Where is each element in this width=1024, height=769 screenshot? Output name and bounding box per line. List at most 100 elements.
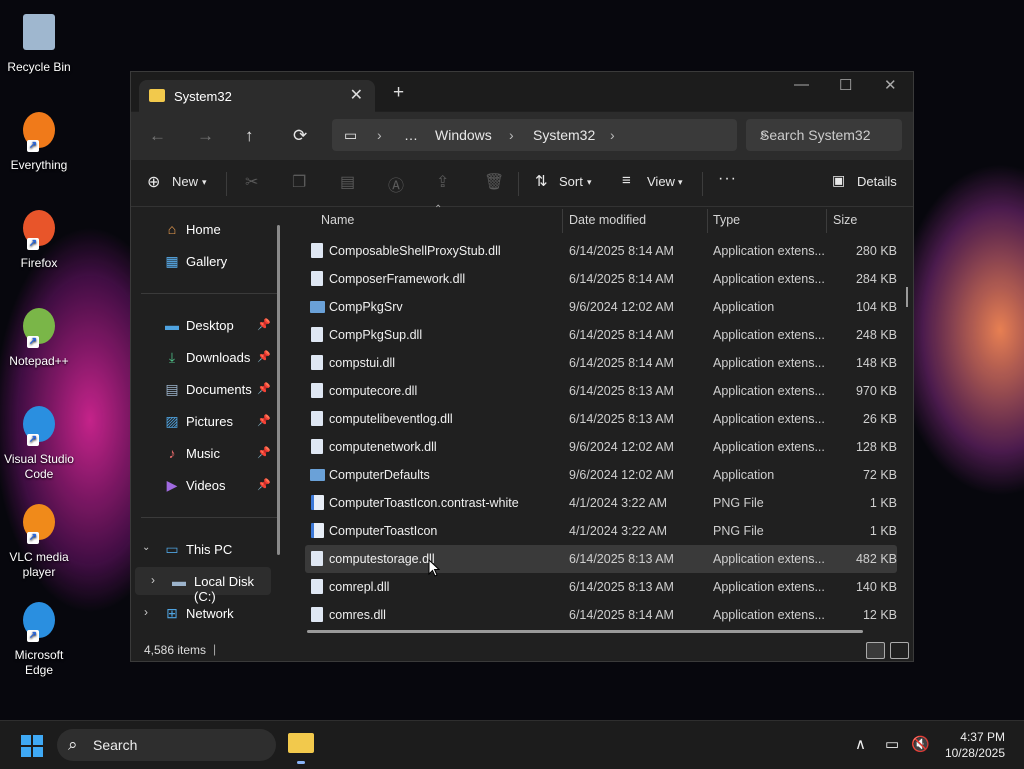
file-row[interactable]: compstui.dll 6/14/2025 8:14 AM Application… — [305, 349, 897, 377]
details-button[interactable]: Details — [857, 174, 897, 189]
file-row[interactable]: comrepl.dll 6/14/2025 8:13 AM Application … — [305, 573, 897, 601]
details-pane-icon[interactable]: ▣ — [832, 172, 845, 189]
new-tab-button[interactable]: + — [393, 82, 404, 104]
file-row[interactable]: ComposerFramework.dll 6/14/2025 8:14 AM Ap… — [305, 265, 897, 293]
forward-arrow-icon[interactable]: → — [197, 126, 214, 146]
close-tab-icon[interactable]: ✕ — [350, 85, 363, 105]
sidebar-item-home[interactable]: ⌂ Home — [131, 215, 287, 243]
pin-icon[interactable]: 📌 — [257, 350, 271, 363]
view-button[interactable]: View — [647, 174, 675, 189]
maximize-icon[interactable]: ☐ — [839, 76, 852, 94]
file-row[interactable]: ComputerToastIcon.contrast-white 4/1/2024… — [305, 489, 897, 517]
search-box[interactable]: Search System32 ⌕ — [746, 119, 902, 151]
breadcrumb-system32[interactable]: System32 — [533, 127, 595, 143]
vertical-scrollbar[interactable] — [906, 287, 908, 307]
file-row[interactable]: computestorage.dll 6/14/2025 8:13 AM Appli… — [305, 545, 897, 573]
file-row[interactable]: CompPkgSrv 9/6/2024 12:02 AM Application 10… — [305, 293, 897, 321]
sidebar-item-music[interactable]: ♪ Music 📌 — [131, 439, 287, 467]
pin-icon[interactable]: 📌 — [257, 318, 271, 331]
back-arrow-icon[interactable]: ← — [149, 126, 166, 146]
file-row[interactable]: ComposableShellProxyStub.dll 6/14/2025 8:… — [305, 237, 897, 265]
sidebar-scrollbar[interactable] — [277, 225, 280, 555]
sidebar-item-local-disk[interactable]: › ▬ Local Disk (C:) — [135, 567, 271, 604]
show-hidden-icons-chevron-icon[interactable]: ∧ — [855, 735, 866, 753]
sort-icon[interactable]: ⇅ — [535, 172, 548, 190]
pin-icon[interactable]: 📌 — [257, 446, 271, 459]
up-arrow-icon[interactable]: ↑ — [245, 126, 254, 146]
file-size: 128 KB — [855, 440, 897, 454]
refresh-icon[interactable]: ⟳ — [293, 126, 307, 146]
sidebar-item-this-pc[interactable]: ⌄ ▭ This PC — [131, 535, 287, 563]
column-header-name[interactable]: Name — [321, 213, 354, 227]
desktop-icon-vscode[interactable]: ↗ Visual Studio Code — [0, 400, 78, 482]
desktop-icon-label: Everything — [10, 158, 68, 172]
desktop-icon-everything-search[interactable]: ↗ Everything — [0, 106, 78, 173]
taskbar-search-box[interactable]: ⌕ Search — [57, 729, 276, 761]
sidebar-item-desktop[interactable]: ▬ Desktop 📌 — [131, 311, 287, 339]
rename-icon[interactable]: Ⓐ — [388, 172, 404, 196]
pin-icon[interactable]: 📌 — [257, 478, 271, 491]
chevron-down-icon[interactable]: ⌄ — [142, 542, 150, 553]
chevron-right-icon[interactable]: › — [610, 127, 615, 143]
column-header-date[interactable]: Date modified — [569, 213, 646, 227]
cut-icon[interactable]: ✂ — [245, 172, 258, 192]
copy-icon[interactable]: ❐ — [292, 172, 306, 192]
file-row[interactable]: CompPkgSup.dll 6/14/2025 8:14 AM Applicati… — [305, 321, 897, 349]
column-divider[interactable] — [562, 209, 563, 233]
column-divider[interactable] — [707, 209, 708, 233]
chevron-down-icon[interactable]: ▾ — [202, 177, 207, 188]
sidebar-item-network[interactable]: › ⊞ Network — [131, 599, 287, 627]
sidebar-item-videos[interactable]: ▶ Videos 📌 — [131, 471, 287, 499]
pin-icon[interactable]: 📌 — [257, 382, 271, 395]
pin-icon[interactable]: 📌 — [257, 414, 271, 427]
dll-file-icon — [311, 411, 323, 426]
desktop-icon-notepad-plus-plus[interactable]: ↗ Notepad++ — [0, 302, 78, 369]
desktop-icon-firefox[interactable]: ↗ Firefox — [0, 204, 78, 271]
view-icon[interactable]: ≡ — [622, 172, 631, 189]
breadcrumb-overflow[interactable]: … — [404, 127, 418, 143]
horizontal-scrollbar[interactable] — [307, 630, 863, 633]
sidebar-item-gallery[interactable]: ▦ Gallery — [131, 247, 287, 275]
file-row[interactable]: computelibeventlog.dll 6/14/2025 8:13 AM A… — [305, 405, 897, 433]
delete-icon[interactable]: 🗑 — [484, 172, 504, 192]
plus-circle-icon[interactable]: ⊕ — [147, 172, 160, 192]
file-explorer-taskbar-icon[interactable] — [288, 733, 314, 753]
desktop-icon-vlc[interactable]: ↗ VLC media player — [0, 498, 78, 580]
tab-system32[interactable]: System32 ✕ — [139, 80, 375, 112]
file-row[interactable]: computecore.dll 6/14/2025 8:13 AM Applicat… — [305, 377, 897, 405]
sort-button[interactable]: Sort — [559, 174, 583, 189]
paste-icon[interactable]: ▤ — [340, 172, 355, 192]
chevron-right-icon[interactable]: › — [144, 605, 148, 619]
taskbar-clock[interactable]: 4:37 PM 10/28/2025 — [945, 729, 1005, 761]
close-window-icon[interactable]: ✕ — [884, 76, 897, 94]
large-icons-view-icon[interactable] — [890, 642, 909, 659]
file-row[interactable]: computenetwork.dll 9/6/2024 12:02 AM Appli… — [305, 433, 897, 461]
file-date-modified: 6/14/2025 8:13 AM — [569, 384, 674, 398]
minimize-icon[interactable]: — — [794, 76, 809, 93]
chevron-down-icon[interactable]: ▾ — [678, 177, 683, 188]
desktop-icon-edge[interactable]: ↗ Microsoft Edge — [0, 596, 78, 678]
volume-muted-icon[interactable]: 🔇 — [911, 735, 930, 753]
file-row[interactable]: ComputerDefaults 9/6/2024 12:02 AM Applica… — [305, 461, 897, 489]
share-icon[interactable]: ⇪ — [436, 172, 449, 192]
sidebar-item-documents[interactable]: ▤ Documents 📌 — [131, 375, 287, 403]
file-row[interactable]: comres.dll 6/14/2025 8:14 AM Application e… — [305, 601, 897, 629]
column-header-type[interactable]: Type — [713, 213, 740, 227]
breadcrumb-windows[interactable]: Windows — [435, 127, 492, 143]
sidebar-item-downloads[interactable]: ⤓ Downloads 📌 — [131, 343, 287, 371]
navigation-pane: ⌂ Home ▦ Gallery ▬ Desktop 📌 ⤓ Downloads… — [131, 207, 287, 639]
desktop-icon-recycle-bin[interactable]: Recycle Bin — [0, 8, 78, 75]
column-header-size[interactable]: Size — [833, 213, 857, 227]
column-divider[interactable] — [826, 209, 827, 233]
windows-start-icon[interactable] — [21, 735, 43, 757]
sidebar-item-pictures[interactable]: ▨ Pictures 📌 — [131, 407, 287, 435]
chevron-down-icon[interactable]: ▾ — [587, 177, 592, 188]
network-status-icon[interactable]: ▭ — [885, 735, 899, 753]
more-options-button[interactable]: ··· — [718, 170, 737, 188]
chevron-right-icon[interactable]: › — [151, 573, 155, 587]
file-row[interactable]: ComputerToastIcon 4/1/2024 3:22 AM PNG Fil… — [305, 517, 897, 545]
file-type: Application extens... — [713, 272, 825, 286]
new-button[interactable]: New — [172, 174, 198, 189]
address-bar[interactable]: ▭ › … Windows › System32 › — [332, 119, 737, 151]
details-view-icon[interactable] — [866, 642, 885, 659]
